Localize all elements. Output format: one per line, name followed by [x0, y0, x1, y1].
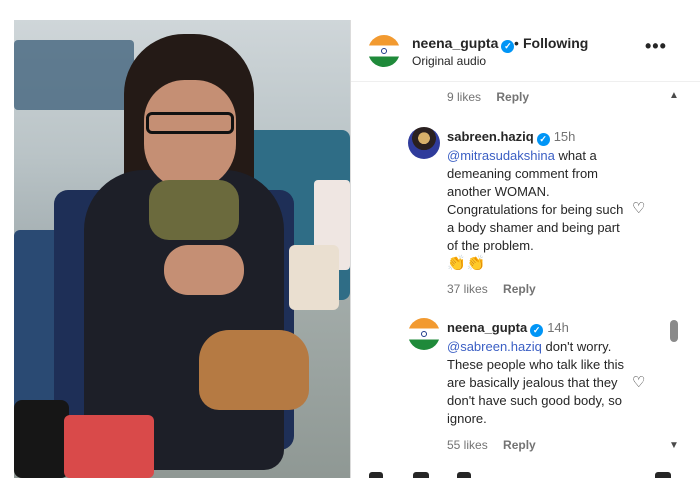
- commenter-avatar[interactable]: [408, 318, 440, 350]
- like-count[interactable]: 55 likes: [447, 438, 488, 452]
- save-action-icon[interactable]: [655, 472, 671, 478]
- backpack: [14, 400, 69, 478]
- reply-button[interactable]: Reply: [503, 282, 536, 296]
- commenter-username[interactable]: neena_gupta: [447, 320, 527, 335]
- chevron-down-icon[interactable]: ▼: [669, 440, 679, 451]
- original-audio-link[interactable]: Original audio: [412, 54, 486, 68]
- clap-emoji: 👏👏: [447, 255, 487, 272]
- printed-bag: [289, 245, 339, 310]
- comment-text: @sabreen.haziq don't worry. These people…: [447, 339, 625, 426]
- red-pouch: [64, 415, 154, 478]
- share-action-icon[interactable]: [457, 472, 471, 478]
- tan-sling-bag: [199, 330, 309, 410]
- comment-time: 15h: [553, 129, 576, 144]
- comments-panel: neena_gupta ✓ • Following Original audio …: [351, 20, 700, 478]
- following-button[interactable]: Following: [523, 35, 588, 51]
- chevron-up-icon[interactable]: ▲: [669, 90, 679, 101]
- verified-badge-icon: ✓: [501, 40, 515, 53]
- like-count[interactable]: 9 likes: [447, 90, 481, 104]
- scarf: [149, 180, 239, 240]
- like-count[interactable]: 37 likes: [447, 282, 488, 296]
- heart-icon[interactable]: ♡: [632, 199, 645, 217]
- verified-badge-icon: ✓: [536, 133, 550, 146]
- comment-meta: 9 likes Reply: [447, 90, 541, 104]
- background-seats: [14, 40, 134, 110]
- reply-button[interactable]: Reply: [496, 90, 529, 104]
- reel-video[interactable]: [14, 20, 350, 478]
- commenter-avatar[interactable]: [408, 127, 440, 159]
- more-options-icon[interactable]: •••: [645, 36, 667, 57]
- glasses: [146, 112, 234, 134]
- hands: [164, 245, 244, 295]
- comment-meta: 37 likes Reply: [447, 282, 548, 296]
- author-avatar[interactable]: [368, 35, 400, 67]
- comment-meta: 55 likes Reply: [447, 438, 548, 452]
- header-separator: •: [514, 35, 519, 51]
- mention-link[interactable]: @sabreen.haziq: [447, 339, 542, 354]
- post-header: neena_gupta ✓ • Following Original audio …: [351, 20, 700, 82]
- mention-link[interactable]: @mitrasudakshina: [447, 148, 555, 163]
- action-bar: [365, 472, 685, 478]
- like-action-icon[interactable]: [369, 472, 383, 478]
- comment-time: 14h: [547, 320, 569, 335]
- face: [144, 80, 236, 190]
- commenter-username[interactable]: sabreen.haziq: [447, 129, 534, 144]
- reply-button[interactable]: Reply: [503, 438, 536, 452]
- author-username[interactable]: neena_gupta: [412, 35, 498, 51]
- comment-text: @mitrasudakshina what a demeaning commen…: [447, 148, 624, 272]
- scrollbar-thumb[interactable]: [670, 320, 678, 342]
- verified-badge-icon: ✓: [530, 324, 544, 337]
- heart-icon[interactable]: ♡: [632, 373, 645, 391]
- comment-action-icon[interactable]: [413, 472, 429, 478]
